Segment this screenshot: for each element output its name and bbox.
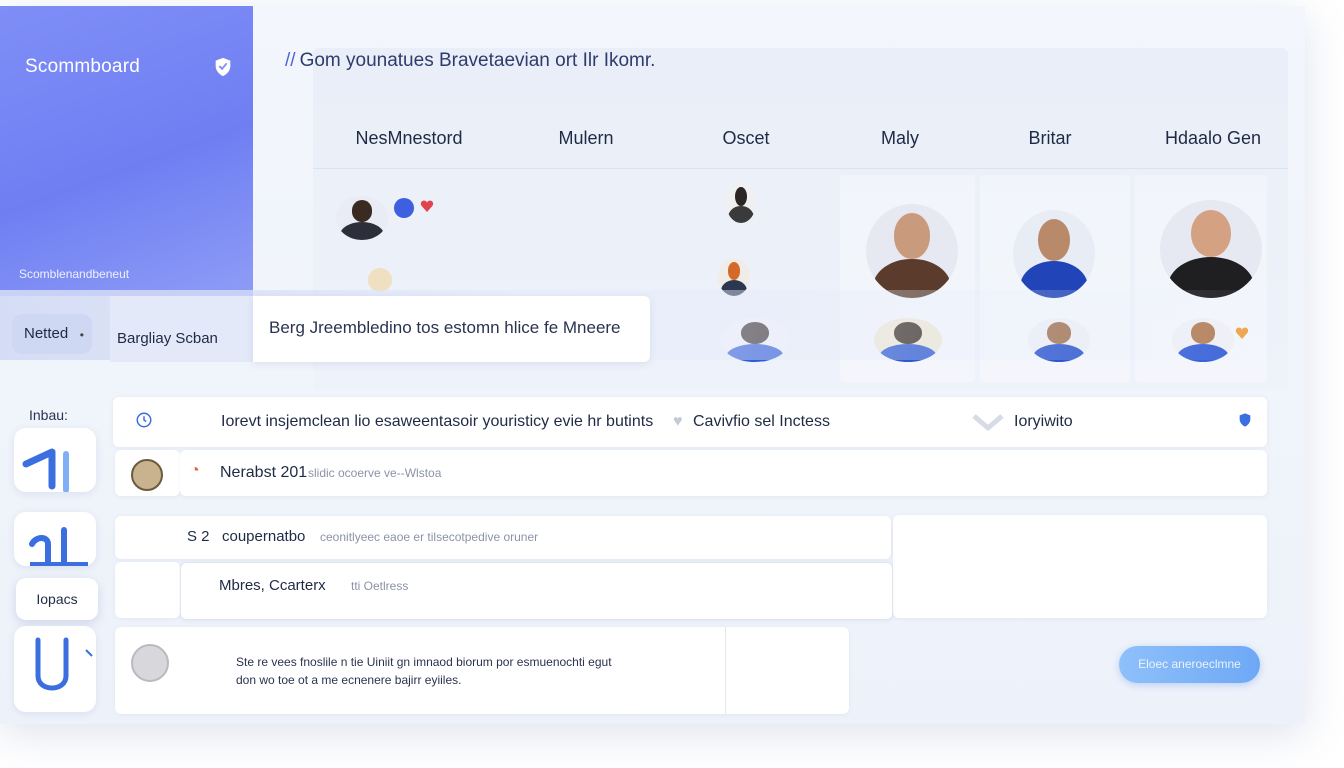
column-headers: NesMnestord Mulern Oscet Maly Britar Hda… <box>313 110 1288 169</box>
avatar[interactable] <box>866 204 958 298</box>
avatar <box>131 459 163 491</box>
search-input[interactable]: Berg Jreembledino tos estomn hlice fe Mn… <box>253 296 650 362</box>
nav-card-1[interactable] <box>14 428 96 493</box>
primary-action-label: Eloec aneroeclmne <box>1138 657 1241 671</box>
message-line-1: Ste re vees fnoslile n tie Uiniit gn imn… <box>236 655 612 669</box>
filter-bargain-label: Bargliay Scban <box>117 330 218 347</box>
list-item-meta: slidic ocoerve ve--Wlstoa <box>308 466 442 480</box>
avatar[interactable] <box>336 196 388 240</box>
list-item-title: Mbres, Ccarterx <box>219 577 326 594</box>
sidebar-subtitle: Scomblenandbeneut <box>19 267 130 281</box>
list-item[interactable]: Mbres, Ccarterx tti Oetlress <box>180 562 893 620</box>
list-item[interactable]: S 2 coupernatbo ceonitlyeec eaoe er tils… <box>115 516 891 559</box>
inbox-label: Inbau: <box>29 407 68 423</box>
minus-icon[interactable] <box>394 198 414 218</box>
column-header-2[interactable]: Mulern <box>558 128 613 149</box>
column-header-3[interactable]: Oscet <box>722 128 769 149</box>
tag-icon: ◔ <box>190 462 200 479</box>
column-header-1[interactable]: NesMnestord <box>355 128 462 149</box>
column-header-6[interactable]: Hdaalo Gen <box>1165 128 1261 149</box>
filter-netted[interactable]: Netted • <box>12 314 92 354</box>
heart-outline-icon: ♥ <box>673 413 683 430</box>
clock-icon <box>136 412 152 428</box>
column-header-5[interactable]: Britar <box>1028 128 1071 149</box>
shield-check-icon[interactable] <box>1237 411 1253 429</box>
sidebar-header: Scommboard Scomblenandbeneut <box>0 6 253 296</box>
bars-icon <box>29 527 88 566</box>
list-item-meta: tti Oetlress <box>351 579 409 593</box>
primary-action-button[interactable]: Eloec aneroeclmne <box>1119 646 1260 683</box>
nav-card-2[interactable] <box>14 512 96 566</box>
nav-card-3[interactable] <box>14 626 96 712</box>
list-item[interactable]: Iorevt insjemclean lio esaweentasoir you… <box>113 397 1267 447</box>
shield-icon[interactable] <box>212 56 234 78</box>
page-title: //Gom younatues Bravetaevian ort Ilr Iko… <box>285 50 655 72</box>
list-item-title: Nerabst 201 <box>220 464 308 481</box>
heart-icon[interactable] <box>419 198 435 214</box>
list-item-number: S 2 <box>187 528 210 545</box>
detail-card <box>893 515 1267 618</box>
list-item-extra: Ioryiwito <box>1014 413 1073 430</box>
magnet-icon <box>35 637 93 691</box>
filter-netted-label: Netted <box>24 325 69 342</box>
dot-icon: • <box>79 328 84 342</box>
avatar[interactable] <box>726 183 756 223</box>
list-item-text: Iorevt insjemclean lio esaweentasoir you… <box>221 413 654 430</box>
brand-name: Scommboard <box>25 56 140 77</box>
search-input-value: Berg Jreembledino tos estomn hlice fe Mn… <box>269 318 621 337</box>
filter-bargain[interactable]: Bargliay Scban <box>110 296 253 362</box>
divider <box>725 627 726 714</box>
row-icon-cell <box>115 562 180 618</box>
pencil-icon: // <box>285 50 296 71</box>
avatar[interactable] <box>1160 200 1262 298</box>
column-header-4[interactable]: Maly <box>881 128 919 149</box>
message-line-2: don wo toe ot a me ecnenere bajirr eyiil… <box>236 673 462 687</box>
badge-icon <box>368 268 392 292</box>
row-icon-cell <box>115 450 180 496</box>
list-item[interactable]: ◔ Nerabst 201 slidic ocoerve ve--Wlstoa <box>180 450 1267 496</box>
chevron-down-icon[interactable] <box>971 411 1005 431</box>
list-item-meta: ceonitlyeec eaoe er tilsecotpedive orune… <box>320 530 539 544</box>
list-item-tag: Cavivfio sel Inctess <box>693 413 830 430</box>
list-item-title: coupernatbo <box>222 528 306 545</box>
nav-topics[interactable]: Iopacs <box>16 578 98 620</box>
avatar <box>131 644 169 682</box>
avatar[interactable] <box>1013 210 1095 298</box>
message-card[interactable]: Ste re vees fnoslile n tie Uiniit gn imn… <box>115 627 849 714</box>
page-title-text: Gom younatues Bravetaevian ort Ilr Ikomr… <box>299 50 656 71</box>
chart-up-icon <box>22 448 69 493</box>
